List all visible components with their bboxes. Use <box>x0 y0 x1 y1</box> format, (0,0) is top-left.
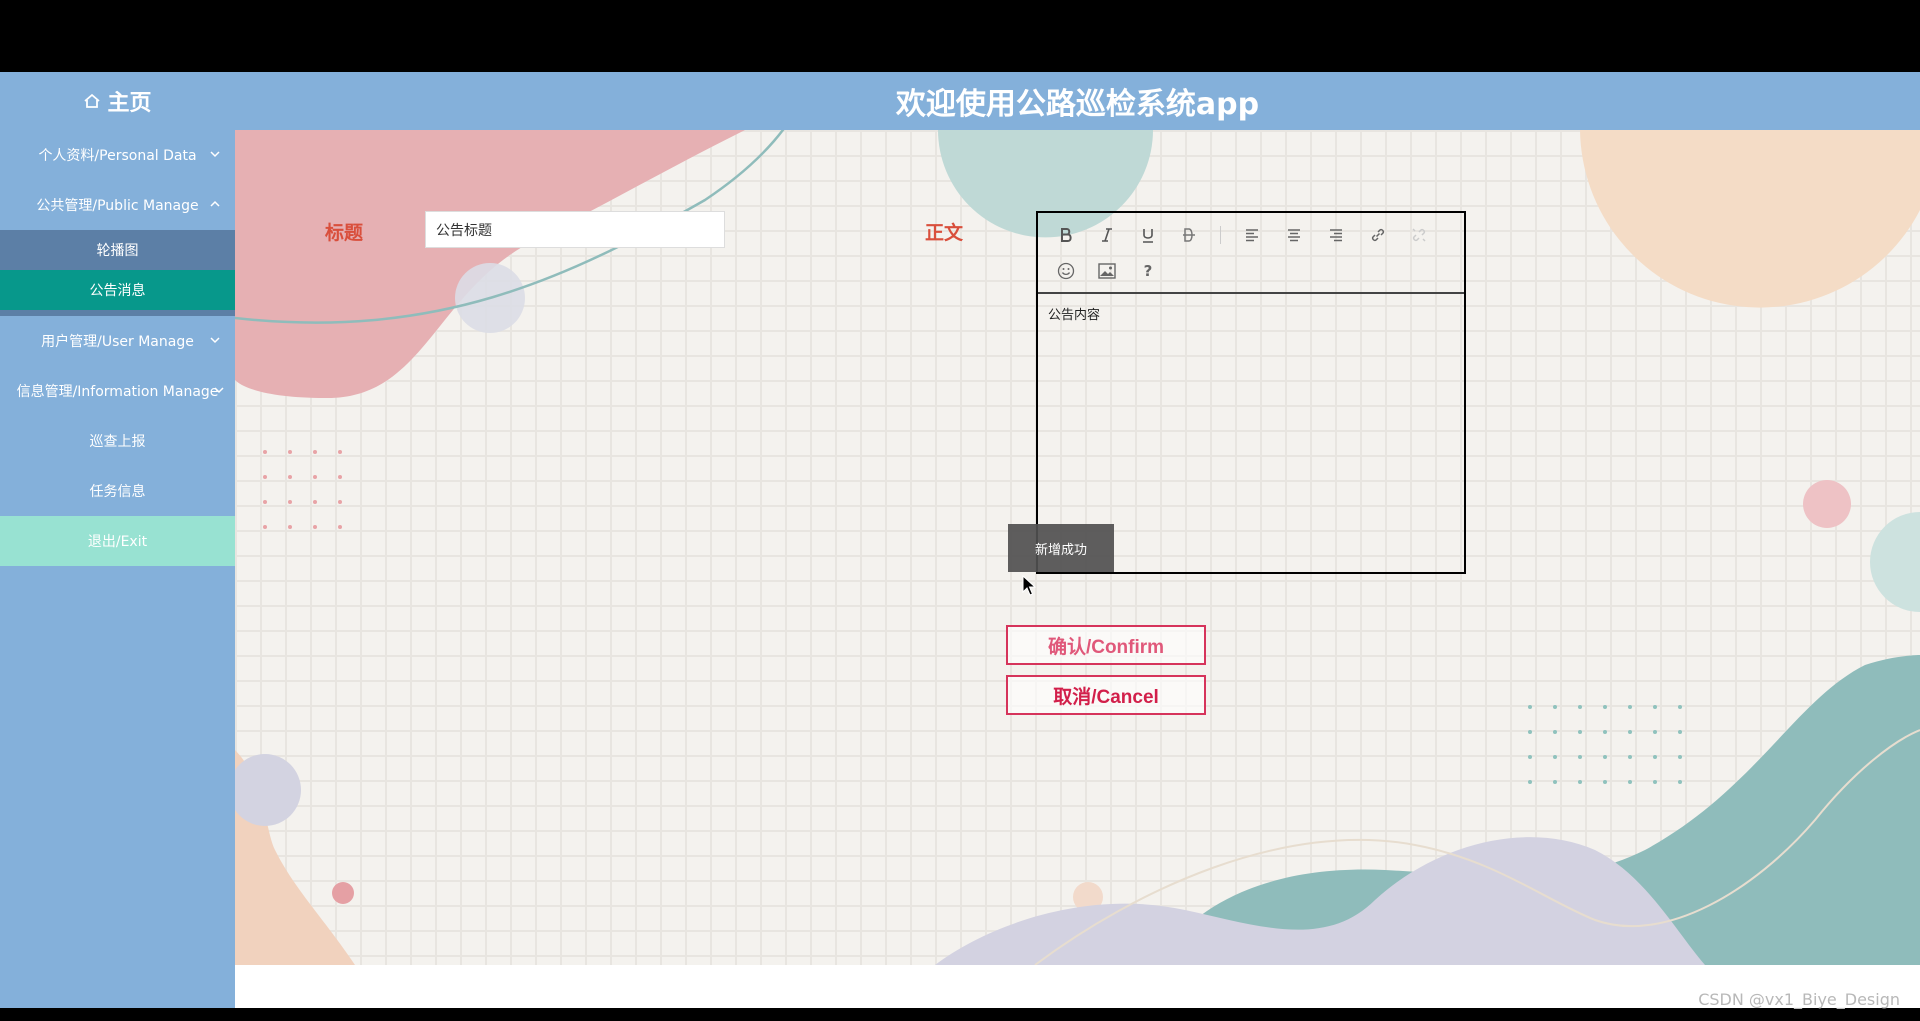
chevron-down-icon <box>210 337 220 344</box>
help-icon[interactable]: ? <box>1135 258 1161 284</box>
editor-body[interactable]: 公告内容 <box>1038 294 1464 333</box>
sidebar-item-label: 轮播图 <box>96 243 139 259</box>
sidebar-item-personal-data[interactable]: 个人资料/Personal Data <box>0 130 235 180</box>
sidebar-item-label: 退出/Exit <box>87 534 148 550</box>
sidebar-item-public-manage[interactable]: 公共管理/Public Manage <box>0 180 235 230</box>
toolbar-divider <box>1220 226 1221 244</box>
title-label: 标题 <box>325 222 364 244</box>
sidebar-item-announcements[interactable]: 公告消息 <box>0 270 235 310</box>
sidebar-item-label: 用户管理/User Manage <box>41 334 194 350</box>
confirm-button[interactable]: 确认/Confirm <box>1006 625 1206 665</box>
success-toast: 新增成功 <box>1008 524 1114 572</box>
body-label: 正文 <box>925 222 964 244</box>
sidebar-item-label: 信息管理/Information Manage <box>16 384 219 400</box>
strikethrough-icon[interactable] <box>1176 222 1202 248</box>
help-glyph: ? <box>1143 262 1153 280</box>
sidebar-item-exit[interactable]: 退出/Exit <box>0 516 235 566</box>
submenu-public-manage: 轮播图 公告消息 <box>0 230 235 316</box>
watermark: CSDN @vx1_Biye_Design <box>1698 990 1900 1009</box>
align-center-icon[interactable] <box>1281 222 1307 248</box>
app-title: 欢迎使用公路巡检系统app <box>895 87 1260 122</box>
bold-icon[interactable] <box>1053 222 1079 248</box>
app-window: 主页 欢迎使用公路巡检系统app 个人资料/Personal Data 公共管理… <box>0 0 1920 1021</box>
home-icon <box>84 93 101 108</box>
link-icon[interactable] <box>1365 222 1391 248</box>
chevron-down-icon <box>214 387 224 394</box>
unlink-icon[interactable] <box>1406 222 1432 248</box>
home-label: 主页 <box>107 91 152 116</box>
italic-icon[interactable] <box>1094 222 1120 248</box>
image-icon[interactable] <box>1094 258 1120 284</box>
chevron-up-icon <box>210 200 220 207</box>
sidebar-item-label: 巡查上报 <box>89 434 146 450</box>
sidebar: 个人资料/Personal Data 公共管理/Public Manage 轮播… <box>0 130 235 1008</box>
sidebar-item-user-manage[interactable]: 用户管理/User Manage <box>0 316 235 366</box>
footer-strip <box>235 965 1920 1008</box>
sidebar-item-label: 公共管理/Public Manage <box>36 198 199 214</box>
sidebar-item-task-info[interactable]: 任务信息 <box>0 466 235 516</box>
mouse-cursor-icon <box>1022 575 1036 596</box>
rich-text-editor: ? 公告内容 <box>1036 211 1466 574</box>
underline-icon[interactable] <box>1135 222 1161 248</box>
top-header: 主页 欢迎使用公路巡检系统app <box>0 72 1920 130</box>
sidebar-item-label: 任务信息 <box>89 484 146 500</box>
sidebar-item-information-manage[interactable]: 信息管理/Information Manage <box>0 366 235 416</box>
sidebar-item-label: 公告消息 <box>89 283 146 299</box>
align-right-icon[interactable] <box>1323 222 1349 248</box>
emoji-icon[interactable] <box>1053 258 1079 284</box>
align-left-icon[interactable] <box>1239 222 1265 248</box>
home-link[interactable]: 主页 <box>0 72 235 130</box>
title-input[interactable] <box>425 211 725 248</box>
chevron-down-icon <box>210 151 220 158</box>
editor-toolbar: ? <box>1038 213 1464 294</box>
cancel-button[interactable]: 取消/Cancel <box>1006 675 1206 715</box>
sidebar-item-label: 个人资料/Personal Data <box>38 148 197 164</box>
sidebar-item-carousel[interactable]: 轮播图 <box>0 230 235 270</box>
sidebar-item-patrol-report[interactable]: 巡查上报 <box>0 416 235 466</box>
